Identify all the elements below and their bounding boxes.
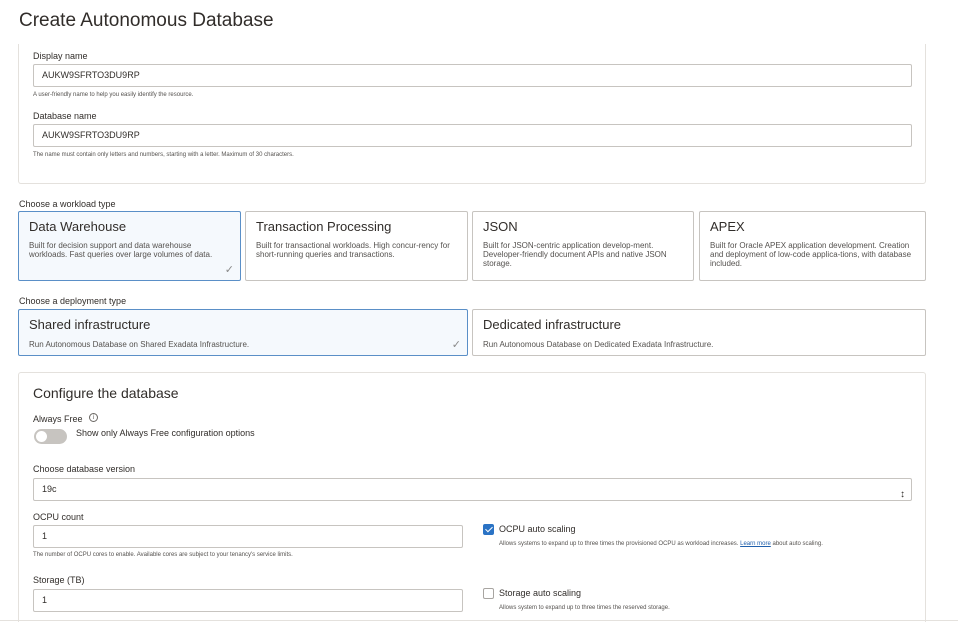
storage-label: Storage (TB) [33, 575, 85, 585]
card-title: Dedicated infrastructure [483, 317, 622, 332]
database-name-label: Database name [33, 111, 97, 121]
database-name-help: The name must contain only letters and n… [33, 152, 294, 158]
workload-card-transaction-processing[interactable]: Transaction Processing Built for transac… [245, 211, 468, 281]
ocpu-count-help: The number of OCPU cores to enable. Avai… [33, 552, 293, 558]
card-title: JSON [483, 219, 518, 234]
card-title: Transaction Processing [256, 219, 392, 234]
configure-database-title: Configure the database [33, 385, 179, 401]
workload-card-json[interactable]: JSON Built for JSON-centric application … [472, 211, 694, 281]
card-description: Built for Oracle APEX application develo… [710, 241, 912, 268]
card-description: Built for decision support and data ware… [29, 241, 213, 259]
create-autonomous-database-page: Create Autonomous Database Display name … [0, 0, 958, 630]
card-description: Run Autonomous Database on Shared Exadat… [29, 340, 250, 349]
card-title: Shared infrastructure [29, 317, 151, 332]
database-version-label: Choose database version [33, 464, 136, 474]
database-version-select[interactable]: 19c ↕ [33, 478, 912, 501]
storage-auto-scaling-label: Storage auto scaling [499, 588, 582, 598]
toggle-knob [36, 431, 47, 442]
card-description: Built for JSON-centric application devel… [483, 241, 667, 268]
ocpu-auto-scaling-label: OCPU auto scaling [499, 524, 576, 534]
workload-card-data-warehouse[interactable]: Data Warehouse Built for decision suppor… [18, 211, 241, 281]
storage-input[interactable]: 1 [33, 589, 463, 612]
card-description: Run Autonomous Database on Dedicated Exa… [483, 340, 714, 349]
check-icon: ✓ [451, 339, 461, 351]
always-free-toggle-label: Show only Always Free configuration opti… [76, 428, 255, 438]
ocpu-auto-scaling-checkbox[interactable] [483, 524, 494, 535]
check-icon: ✓ [224, 264, 234, 276]
always-free-toggle[interactable] [34, 429, 67, 444]
storage-auto-scaling-checkbox[interactable] [483, 588, 494, 599]
deployment-card-shared[interactable]: Shared infrastructure Run Autonomous Dat… [18, 309, 468, 356]
page-title: Create Autonomous Database [19, 10, 274, 31]
deployment-type-label: Choose a deployment type [19, 296, 127, 306]
display-name-help: A user-friendly name to help you easily … [33, 92, 194, 98]
ocpu-auto-scaling-help-text: Allows systems to expand up to three tim… [499, 541, 739, 547]
display-name-input[interactable]: AUKW9SFRTO3DU9RP [33, 64, 912, 87]
storage-auto-scaling-help: Allows system to expand up to three time… [499, 605, 670, 611]
database-name-input[interactable]: AUKW9SFRTO3DU9RP [33, 124, 912, 147]
card-description: Built for transactional workloads. High … [256, 241, 450, 259]
up-down-chevron-icon: ↕ [900, 489, 905, 500]
always-free-label: Always Free [33, 414, 83, 424]
deployment-card-dedicated[interactable]: Dedicated infrastructure Run Autonomous … [472, 309, 926, 356]
display-name-label: Display name [33, 51, 88, 61]
card-title: Data Warehouse [29, 219, 127, 234]
learn-more-link[interactable]: Learn more [740, 541, 771, 547]
ocpu-count-label: OCPU count [33, 512, 84, 522]
bottom-divider [0, 620, 958, 621]
info-icon[interactable]: i [89, 413, 98, 422]
workload-type-label: Choose a workload type [19, 199, 116, 209]
workload-card-apex[interactable]: APEX Built for Oracle APEX application d… [699, 211, 926, 281]
ocpu-auto-scaling-help: Allows systems to expand up to three tim… [499, 541, 823, 547]
card-title: APEX [710, 219, 745, 234]
database-version-value: 19c [42, 484, 57, 494]
ocpu-auto-scaling-help-suffix: about auto scaling. [772, 541, 823, 547]
ocpu-count-input[interactable]: 1 [33, 525, 463, 548]
